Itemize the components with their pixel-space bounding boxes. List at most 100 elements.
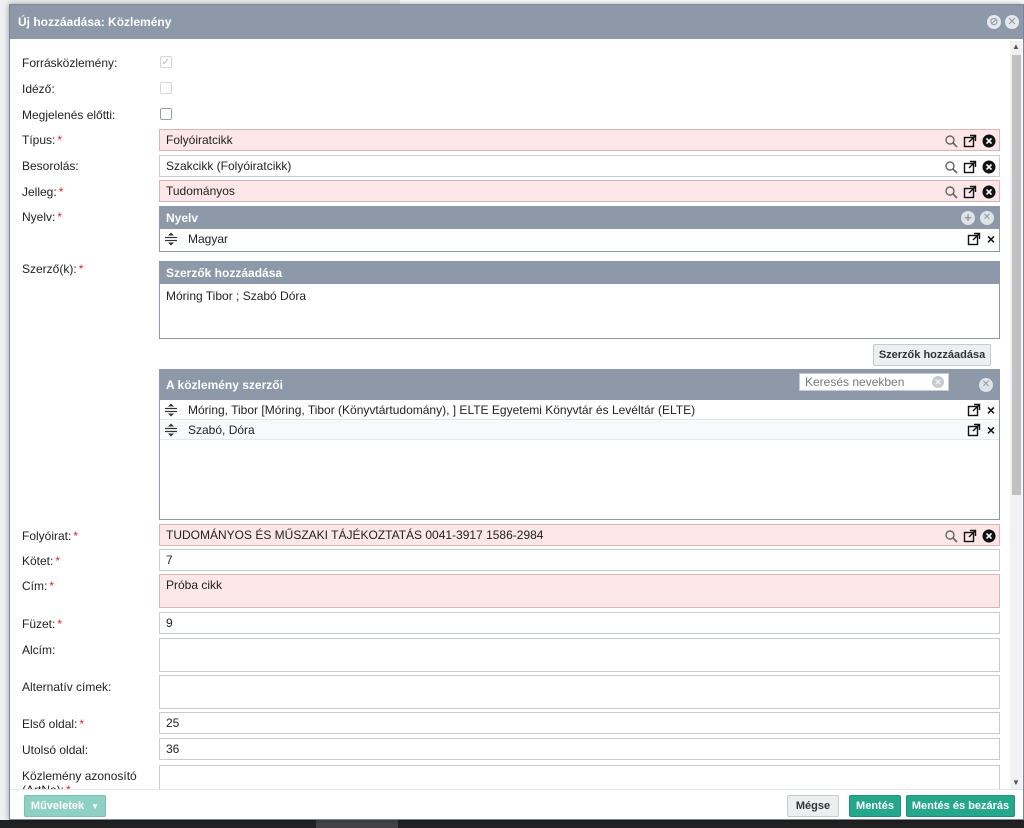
row-folyoirat: Folyóirat: * TUDOMÁNYOS ÉS MŰSZAKI TÁJÉKO…: [10, 524, 1008, 546]
drag-handle-icon[interactable]: [164, 423, 178, 437]
szerzok-list-panel-title: A közlemény szerzői: [166, 378, 283, 392]
cim-value: Próba cikk: [166, 578, 223, 592]
kozlemeny-azonosito-input[interactable]: [159, 765, 1000, 789]
kozlemeny-azonosito-label: Közlemény azonosító (ArtNo):*: [22, 769, 137, 789]
open-external-icon[interactable]: [967, 403, 981, 417]
remove-icon[interactable]: ×: [987, 423, 995, 437]
drag-handle-icon[interactable]: [164, 232, 178, 246]
search-icon[interactable]: [944, 529, 958, 543]
clear-icon[interactable]: [982, 185, 996, 199]
nyelv-label: Nyelv: *: [22, 210, 63, 224]
besorolas-field[interactable]: Szakcikk (Folyóiratcikk): [159, 155, 1000, 177]
open-external-icon[interactable]: [967, 232, 981, 246]
open-external-icon[interactable]: [963, 134, 977, 148]
utolso-oldal-input[interactable]: 36: [159, 738, 1000, 760]
add-icon[interactable]: +: [961, 211, 975, 225]
nyelv-panel-header: Nyelv + ✕: [160, 207, 999, 229]
dialog-titlebar: Új hozzáadása: Közlemény ⊘ ✕: [10, 5, 1023, 39]
szerzok-add-text: Móring Tibor ; Szabó Dóra: [166, 289, 307, 303]
szerzok-add-textarea[interactable]: Móring Tibor ; Szabó Dóra: [160, 284, 999, 308]
remove-all-icon[interactable]: ✕: [979, 378, 993, 392]
row-utolso-oldal: Utolsó oldal: 36: [10, 738, 1008, 760]
drag-handle-icon[interactable]: [164, 403, 178, 417]
author-search-input[interactable]: Keresés nevekben ✕: [799, 373, 949, 391]
remove-icon[interactable]: ×: [987, 403, 995, 417]
remove-icon[interactable]: ×: [987, 232, 995, 246]
kotet-value: 7: [166, 553, 173, 567]
close-icon[interactable]: ✕: [1005, 15, 1019, 29]
megjelenes-elotti-checkbox[interactable]: [160, 108, 172, 120]
scrollbar-thumb[interactable]: [1012, 55, 1021, 495]
tipus-label: Típus: *: [22, 133, 63, 147]
search-icon[interactable]: [944, 160, 958, 174]
jelleg-field[interactable]: Tudományos: [159, 180, 1000, 202]
besorolas-label: Besorolás:: [22, 159, 79, 173]
elso-oldal-value: 25: [166, 716, 180, 730]
szerzok-add-panel-title: Szerzők hozzáadása: [166, 266, 283, 280]
folyoirat-field[interactable]: TUDOMÁNYOS ÉS MŰSZAKI TÁJÉKOZTATÁS 0041-…: [159, 524, 1000, 546]
folyoirat-label: Folyóirat: *: [22, 529, 79, 543]
clear-icon[interactable]: [982, 134, 996, 148]
tipus-field[interactable]: Folyóiratcikk: [159, 129, 1000, 151]
save-button[interactable]: Mentés: [849, 795, 901, 817]
scroll-down-icon[interactable]: ▼: [1010, 777, 1022, 789]
row-fuzet: Füzet: * 9: [10, 612, 1008, 634]
vertical-scrollbar[interactable]: ▲ ▼: [1010, 41, 1022, 789]
open-external-icon[interactable]: [963, 185, 977, 199]
list-item[interactable]: Szabó, Dóra ×: [160, 420, 999, 440]
szerzok-list-panel: A közlemény szerzői Keresés nevekben ✕ ✕…: [159, 369, 1000, 520]
row-kotet: Kötet: * 7: [10, 549, 1008, 571]
clear-search-icon[interactable]: ✕: [932, 376, 944, 388]
list-item[interactable]: Móring, Tibor [Móring, Tibor (Könyvtártu…: [160, 400, 999, 420]
alcim-label: Alcím:: [22, 643, 56, 657]
minimize-icon[interactable]: ⊘: [987, 15, 1001, 29]
elso-oldal-label: Első oldal: *: [22, 717, 85, 731]
elso-oldal-input[interactable]: 25: [159, 712, 1000, 734]
cancel-button[interactable]: Mégse: [787, 795, 839, 817]
dialog-footer: Műveletek ▼ Mégse Mentés Mentés és bezár…: [10, 789, 1023, 819]
clear-icon[interactable]: [982, 160, 996, 174]
scroll-up-icon[interactable]: ▲: [1010, 41, 1022, 53]
row-idezo: Idéző:: [10, 79, 1008, 99]
add-publication-dialog: Új hozzáadása: Közlemény ⊘ ✕ Forrásközle…: [9, 4, 1024, 820]
row-tipus: Típus: * Folyóiratcikk: [10, 129, 1008, 151]
alcim-textarea[interactable]: [159, 638, 1000, 672]
jelleg-value: Tudományos: [166, 184, 235, 198]
remove-all-icon[interactable]: ✕: [980, 211, 994, 225]
search-icon[interactable]: [944, 134, 958, 148]
alternativ-cimek-label: Alternatív címek:: [22, 680, 112, 694]
actions-menu-button[interactable]: Műveletek ▼: [24, 795, 106, 817]
nyelv-panel-title: Nyelv: [166, 211, 199, 225]
list-item[interactable]: Magyar ×: [160, 229, 999, 249]
row-jelleg: Jelleg: * Tudományos: [10, 180, 1008, 202]
kotet-input[interactable]: 7: [159, 549, 1000, 571]
add-authors-button[interactable]: Szerzők hozzáadása: [873, 344, 991, 366]
search-icon[interactable]: [944, 185, 958, 199]
utolso-oldal-value: 36: [166, 742, 180, 756]
jelleg-label: Jelleg: *: [22, 185, 64, 199]
cim-textarea[interactable]: Próba cikk: [159, 574, 1000, 608]
open-external-icon[interactable]: [967, 423, 981, 437]
idezo-label: Idéző:: [22, 82, 55, 96]
szerzok-list-panel-header: A közlemény szerzői Keresés nevekben ✕ ✕: [160, 370, 999, 400]
szerzok-label: Szerző(k): *: [22, 262, 84, 276]
cim-label: Cím: *: [22, 579, 55, 593]
row-megjelenes-elotti: Megjelenés előtti:: [10, 104, 1008, 124]
folyoirat-value: TUDOMÁNYOS ÉS MŰSZAKI TÁJÉKOZTATÁS 0041-…: [166, 528, 544, 542]
fuzet-input[interactable]: 9: [159, 612, 1000, 634]
tipus-value: Folyóiratcikk: [166, 133, 233, 147]
idezo-checkbox[interactable]: [160, 82, 172, 94]
megjelenes-elotti-label: Megjelenés előtti:: [22, 108, 116, 122]
forraskozlemeny-checkbox[interactable]: ✓: [160, 56, 172, 68]
save-and-close-button[interactable]: Mentés és bezárás: [906, 795, 1015, 817]
open-external-icon[interactable]: [963, 529, 977, 543]
row-elso-oldal: Első oldal: * 25: [10, 712, 1008, 734]
alternativ-cimek-textarea[interactable]: [159, 675, 1000, 709]
row-forraskozlemeny: Forrásközlemény: ✓: [10, 53, 1008, 73]
author-item-label: Szabó, Dóra: [188, 423, 255, 437]
open-external-icon[interactable]: [963, 160, 977, 174]
utolso-oldal-label: Utolsó oldal:: [22, 743, 89, 757]
szerzok-add-panel: Szerzők hozzáadása Móring Tibor ; Szabó …: [159, 261, 1000, 339]
clear-icon[interactable]: [982, 529, 996, 543]
row-alcim: Alcím:: [10, 638, 1008, 672]
